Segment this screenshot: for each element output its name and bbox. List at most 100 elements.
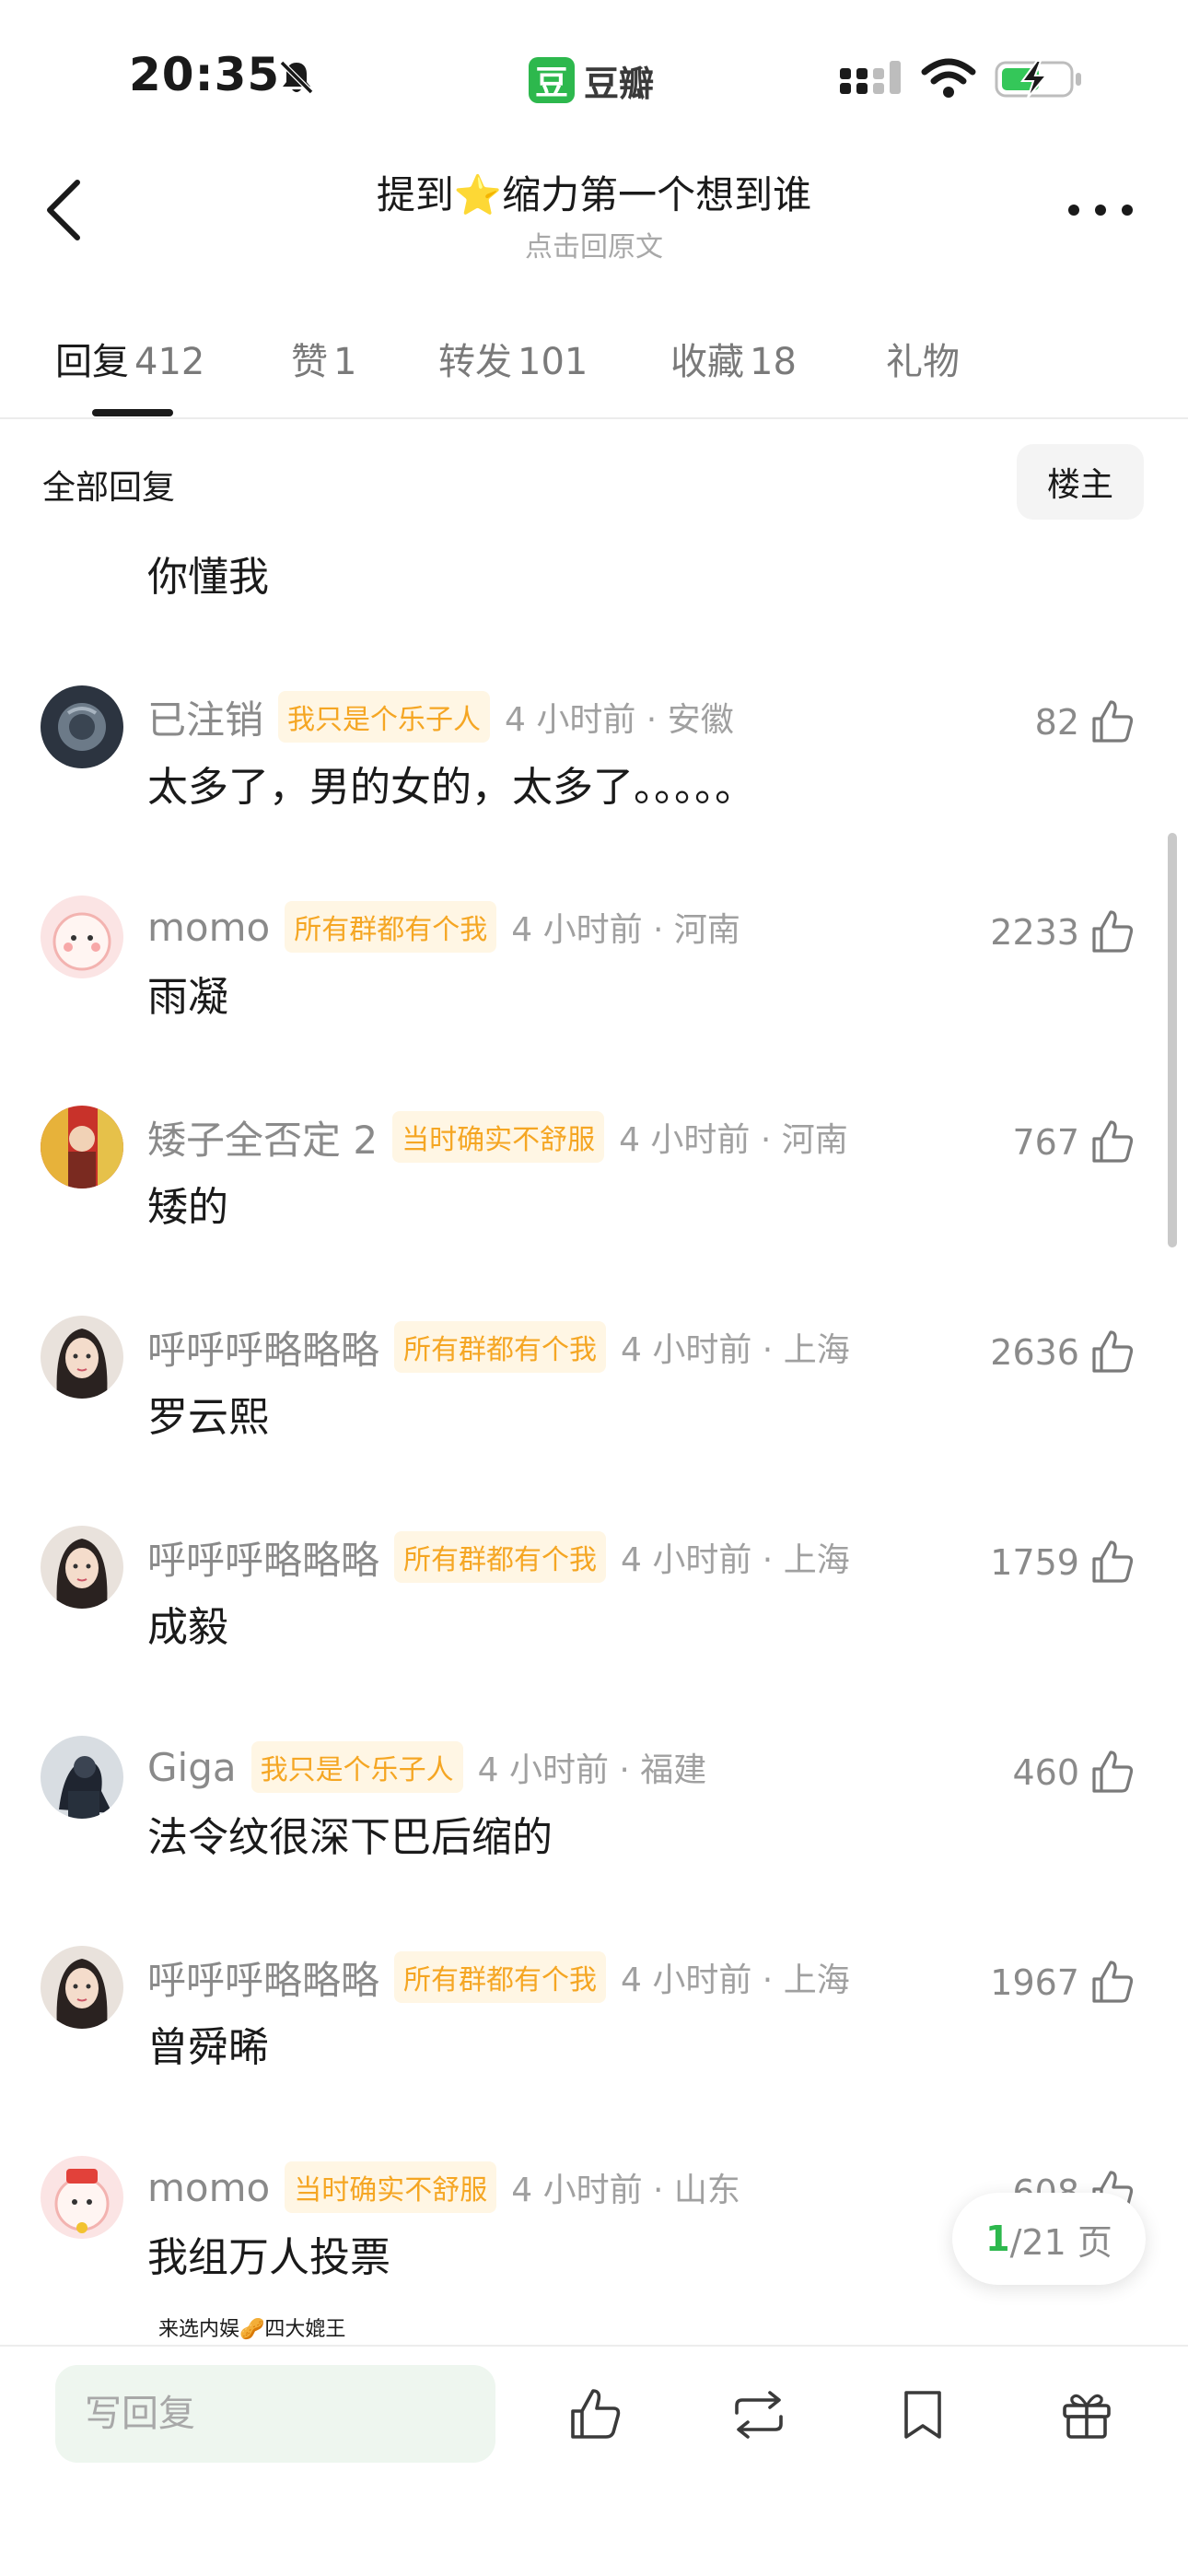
time-location: 4 小时前 · 河南	[619, 1121, 848, 1159]
like-count: 2233	[990, 912, 1079, 953]
group-tag: 我只是个乐子人	[278, 691, 491, 743]
thumbs-up-icon[interactable]	[1089, 1118, 1136, 1166]
cellular-signal-icon	[840, 61, 901, 94]
group-tag: 当时确实不舒服	[392, 1111, 605, 1163]
tab-count: 101	[518, 341, 588, 383]
like-post-icon[interactable]	[565, 2385, 624, 2444]
repost-icon[interactable]	[729, 2385, 788, 2444]
tab-label: 礼物	[886, 341, 960, 383]
comment-text: 太多了，男的女的，太多了。。。。。	[147, 764, 755, 811]
thumbs-up-icon[interactable]	[1089, 1539, 1136, 1587]
bookmark-icon[interactable]	[893, 2385, 952, 2444]
like-control[interactable]: 2233	[990, 905, 1136, 960]
op-only-toggle[interactable]: 楼主	[1017, 444, 1144, 520]
comment-list[interactable]: 你懂我 已注销 我只是个乐子人 4 小时前 · 安徽 82 太多了，男的女的，太…	[0, 534, 1188, 2340]
group-tag: 所有群都有个我	[394, 1951, 607, 2003]
comment-item[interactable]: 呼呼呼略略略 所有群都有个我 4 小时前 · 上海 1759 成毅	[0, 1526, 1188, 1736]
comment-item[interactable]: Giga 我只是个乐子人 4 小时前 · 福建 460 法令纹很深下巴后缩的	[0, 1736, 1188, 1946]
thumbs-up-icon[interactable]	[1089, 1749, 1136, 1797]
comment-item[interactable]: momo 所有群都有个我 4 小时前 · 河南 2233 雨凝	[0, 896, 1188, 1106]
tab-bar: 回复 412 赞1 转发 101 收藏 18 礼物	[0, 313, 1188, 419]
time-location: 4 小时前 · 上海	[621, 1541, 850, 1579]
more-options-icon[interactable]	[1068, 199, 1133, 221]
avatar[interactable]	[41, 1316, 123, 1399]
time-location: 4 小时前 · 河南	[511, 911, 740, 949]
like-control[interactable]: 82	[1035, 695, 1136, 750]
avatar[interactable]	[41, 1736, 123, 1819]
reply-input[interactable]	[55, 2365, 495, 2463]
like-control[interactable]: 2636	[990, 1325, 1136, 1380]
tab-label: 收藏	[670, 341, 744, 383]
avatar[interactable]	[41, 1106, 123, 1188]
tab-count: 18	[750, 341, 797, 383]
avatar[interactable]	[41, 685, 123, 768]
promo-text[interactable]: 来选内娱🥜四大媲王	[158, 2313, 345, 2342]
comment-meta: 呼呼呼略略略 所有群都有个我 4 小时前 · 上海	[147, 1319, 850, 1375]
like-count: 767	[1012, 1122, 1079, 1163]
like-control[interactable]: 767	[1012, 1115, 1136, 1170]
comment-text: 我组万人投票	[147, 2234, 390, 2281]
username[interactable]: 矮子全否定 2	[147, 1109, 378, 1165]
comment-item[interactable]: 已注销 我只是个乐子人 4 小时前 · 安徽 82 太多了，男的女的，太多了。。…	[0, 685, 1188, 896]
post-title: 提到⭐缩力第一个想到谁	[376, 172, 812, 217]
tab-reposts[interactable]: 转发 101	[438, 332, 588, 385]
group-tag: 我只是个乐子人	[250, 1741, 463, 1793]
username[interactable]: momo	[147, 2165, 270, 2210]
username[interactable]: 呼呼呼略略略	[147, 1950, 379, 2006]
username[interactable]: Giga	[147, 1745, 237, 1790]
time-location: 4 小时前 · 安徽	[505, 701, 734, 739]
comment-meta: 呼呼呼略略略 所有群都有个我 4 小时前 · 上海	[147, 1529, 850, 1585]
group-tag: 所有群都有个我	[394, 1531, 607, 1583]
username[interactable]: momo	[147, 905, 270, 950]
tab-label: 转发	[438, 341, 512, 383]
thumbs-up-icon[interactable]	[1089, 908, 1136, 956]
gift-icon[interactable]	[1057, 2385, 1116, 2444]
comment-text: 雨凝	[147, 974, 228, 1021]
total-pages: /21 页	[1009, 2221, 1112, 2263]
comment-item[interactable]: 呼呼呼略略略 所有群都有个我 4 小时前 · 上海 1967 曾舜晞	[0, 1946, 1188, 2156]
comment-meta: 已注销 我只是个乐子人 4 小时前 · 安徽	[147, 689, 734, 744]
comment-text: 成毅	[147, 1604, 228, 1651]
thumbs-up-icon[interactable]	[1089, 1329, 1136, 1376]
back-arrow-icon[interactable]	[37, 175, 92, 245]
comment-text: 曾舜晞	[147, 2024, 269, 2071]
like-control[interactable]: 460	[1012, 1745, 1136, 1800]
tab-count: 1	[333, 341, 357, 383]
page-indicator[interactable]: 1/21 页	[952, 2193, 1146, 2285]
comment-item[interactable]: 呼呼呼略略略 所有群都有个我 4 小时前 · 上海 2636 罗云熙	[0, 1316, 1188, 1526]
avatar[interactable]	[41, 1946, 123, 2029]
tab-gifts[interactable]: 礼物	[886, 332, 960, 385]
time-location: 4 小时前 · 山东	[511, 2172, 740, 2209]
comment-text: 你懂我	[147, 554, 269, 601]
avatar[interactable]	[41, 1526, 123, 1609]
all-replies-label: 全部回复	[42, 469, 176, 507]
back-to-app-badge[interactable]: 豆 豆瓣	[529, 57, 655, 104]
title-block[interactable]: 提到⭐缩力第一个想到谁 点击回原文	[239, 164, 949, 264]
avatar[interactable]	[41, 2156, 123, 2239]
username[interactable]: 呼呼呼略略略	[147, 1529, 379, 1586]
bottom-action-bar	[0, 2345, 1188, 2576]
username[interactable]: 呼呼呼略略略	[147, 1319, 379, 1376]
scrollbar[interactable]	[1168, 833, 1177, 1247]
bell-off-icon	[279, 60, 314, 95]
current-page: 1	[985, 2219, 1010, 2259]
back-to-post-link[interactable]: 点击回原文	[239, 224, 949, 264]
like-control[interactable]: 1967	[990, 1955, 1136, 2010]
status-time: 20:35	[129, 48, 281, 101]
tab-likes[interactable]: 赞1	[291, 332, 356, 385]
thumbs-up-icon[interactable]	[1089, 1959, 1136, 2007]
username[interactable]: 已注销	[147, 689, 263, 745]
battery-charging-icon	[995, 60, 1081, 99]
comment-meta: 呼呼呼略略略 所有群都有个我 4 小时前 · 上海	[147, 1950, 850, 2005]
avatar[interactable]	[41, 896, 123, 978]
tab-count: 412	[134, 341, 205, 383]
like-control[interactable]: 1759	[990, 1535, 1136, 1590]
thumbs-up-icon[interactable]	[1089, 698, 1136, 746]
status-bar: 20:35 豆 豆瓣	[0, 0, 1188, 138]
tab-collections[interactable]: 收藏 18	[670, 332, 797, 385]
group-tag: 所有群都有个我	[394, 1321, 607, 1373]
time-location: 4 小时前 · 福建	[477, 1751, 707, 1789]
comment-item[interactable]: 矮子全否定 2 当时确实不舒服 4 小时前 · 河南 767 矮的	[0, 1106, 1188, 1316]
tab-replies[interactable]: 回复 412	[55, 332, 204, 385]
app-name: 豆瓣	[584, 63, 655, 104]
